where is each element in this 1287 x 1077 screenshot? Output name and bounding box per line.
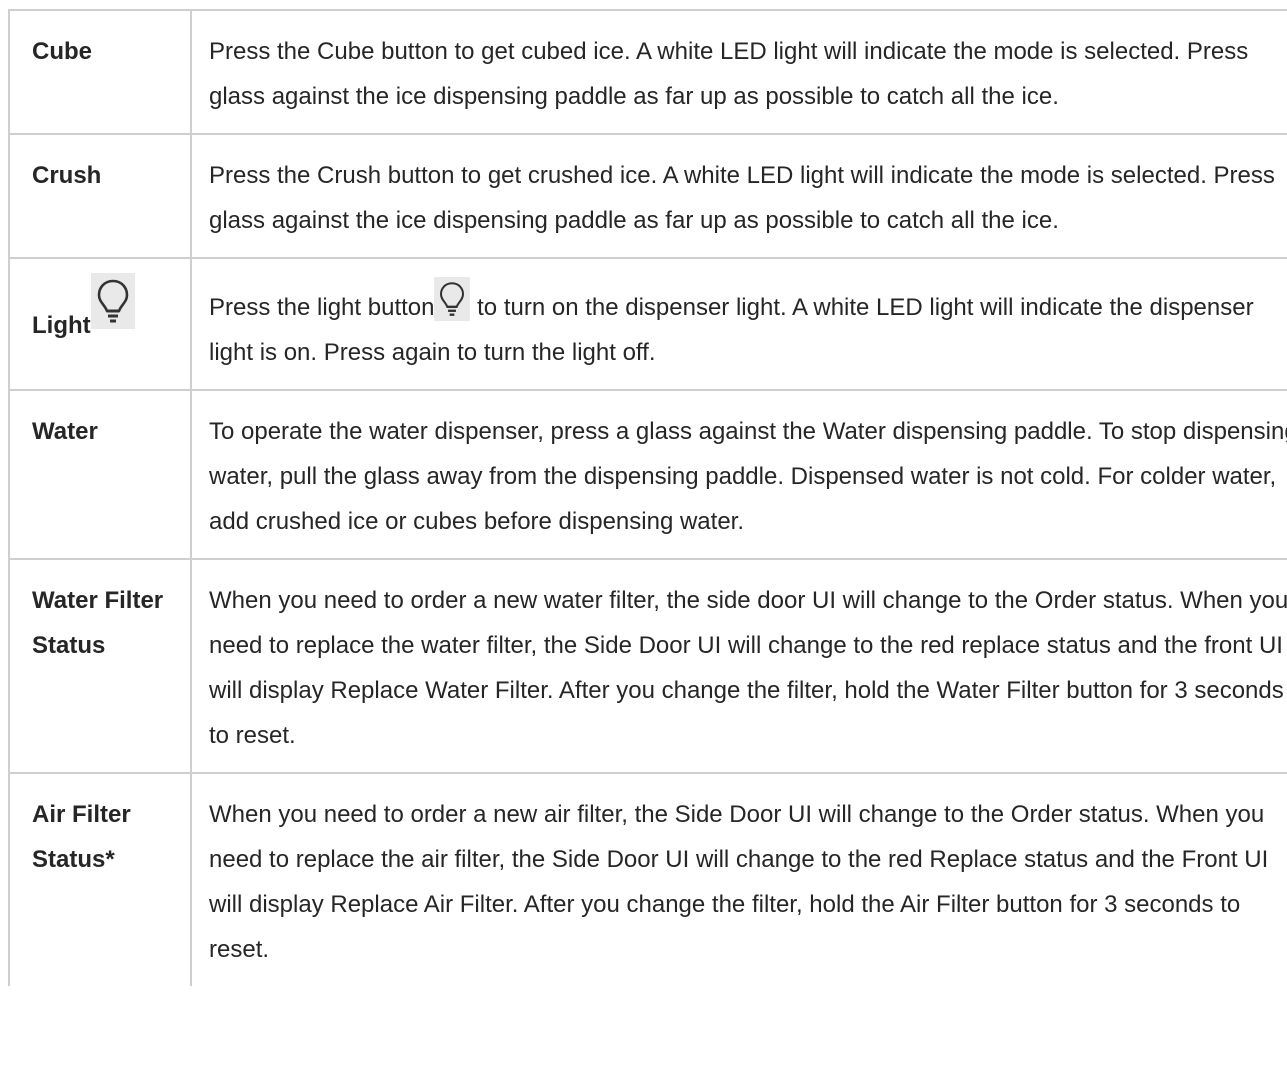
feature-description: Press the light button to turn on the di… — [190, 257, 1287, 391]
table-row: Light Press the light button to turn on … — [8, 257, 1287, 391]
table-row: Cube Press the Cube button to get cubed … — [8, 9, 1287, 135]
feature-description: Press the Crush button to get crushed ic… — [190, 133, 1287, 259]
feature-name: Water Filter Status — [8, 558, 192, 774]
table-row: Water To operate the water dispenser, pr… — [8, 389, 1287, 560]
table-row: Air Filter Status* When you need to orde… — [8, 772, 1287, 986]
description-text: Press the light button — [209, 294, 435, 321]
feature-description: To operate the water dispenser, press a … — [190, 389, 1287, 560]
light-bulb-icon — [90, 273, 135, 329]
feature-name: Air Filter Status* — [8, 772, 192, 986]
feature-name: Light — [32, 312, 91, 339]
feature-description: When you need to order a new air filter,… — [190, 772, 1287, 986]
light-bulb-icon — [434, 277, 471, 321]
table-row: Water Filter Status When you need to ord… — [8, 558, 1287, 774]
feature-name: Water — [8, 389, 192, 560]
feature-description: When you need to order a new water filte… — [190, 558, 1287, 774]
table-row: Crush Press the Crush button to get crus… — [8, 133, 1287, 259]
feature-description: Press the Cube button to get cubed ice. … — [190, 9, 1287, 135]
feature-name: Cube — [8, 9, 192, 135]
dispenser-features-table: Cube Press the Cube button to get cubed … — [8, 9, 1287, 986]
feature-name: Crush — [8, 133, 192, 259]
feature-name-cell: Light — [8, 257, 192, 391]
